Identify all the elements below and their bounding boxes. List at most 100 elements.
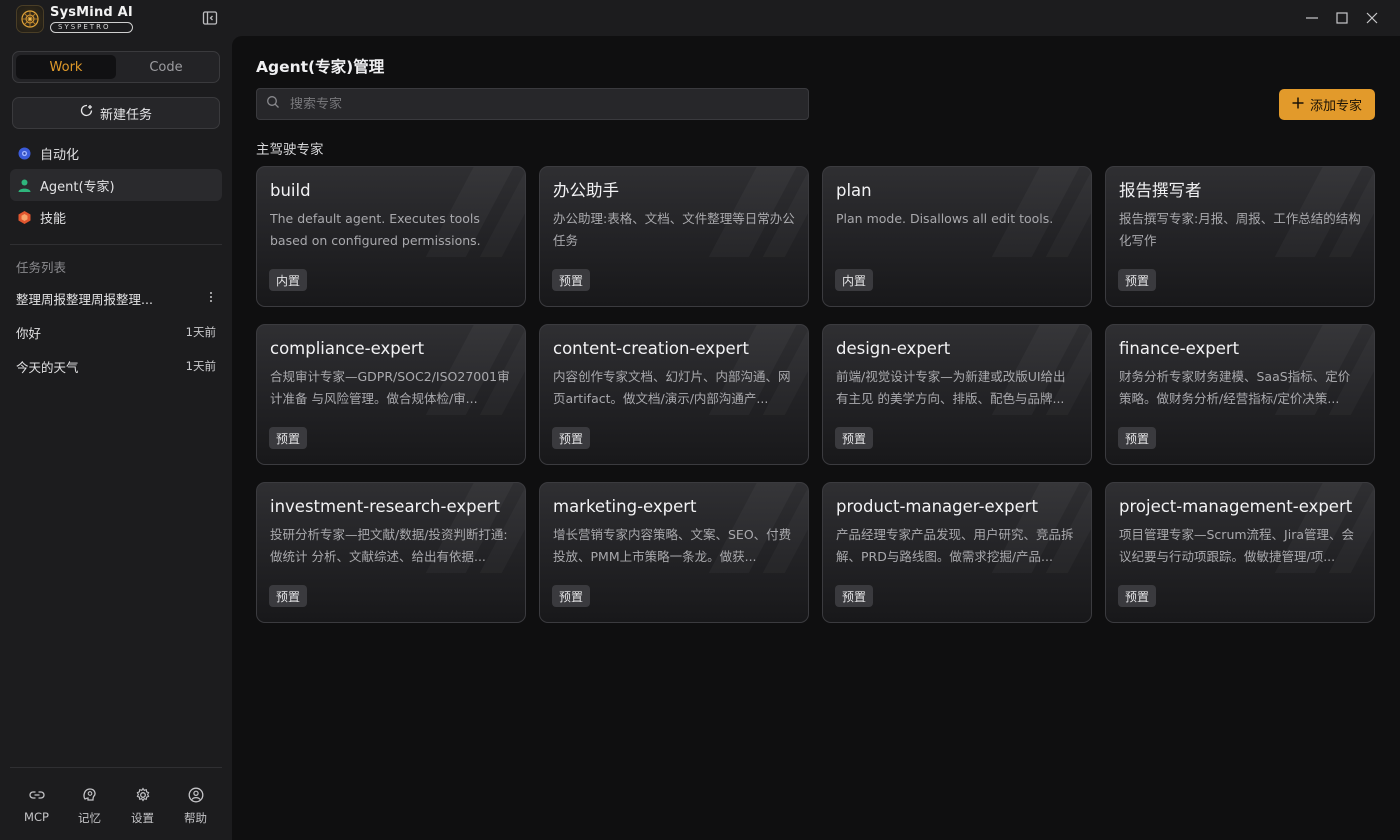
- agent-card-title: design-expert: [836, 339, 951, 358]
- new-task-icon: [80, 104, 94, 122]
- agent-card[interactable]: compliance-expert 合规审计专家—GDPR/SOC2/ISO27…: [256, 324, 526, 465]
- agent-card[interactable]: plan Plan mode. Disallows all edit tools…: [822, 166, 1092, 307]
- page-title: Agent(专家)管理: [256, 58, 385, 76]
- agent-card-title: product-manager-expert: [836, 497, 1038, 516]
- app-name: SysMind AI: [50, 4, 133, 20]
- sidebar-item-automation[interactable]: 自动化: [10, 137, 222, 169]
- agent-card-badge: 预置: [552, 269, 591, 291]
- agent-card[interactable]: finance-expert 财务分析专家财务建模、SaaS指标、定价策略。做财…: [1105, 324, 1375, 465]
- task-list: 整理周报整理周报整理... 你好 1天前 今天的天气 1天前: [10, 281, 222, 383]
- agent-card-desc: 合规审计专家—GDPR/SOC2/ISO27001审计准备 与风险管理。做合规体…: [270, 369, 510, 406]
- sidebar: SysMind AI SYSPETRO Work Code 新建任务 自动化 A…: [0, 0, 232, 840]
- task-item[interactable]: 整理周报整理周报整理...: [10, 281, 222, 315]
- agent-card-badge: 预置: [552, 427, 591, 449]
- agent-card-grid: build The default agent. Executes tools …: [256, 166, 1375, 623]
- agent-card-badge: 内置: [835, 269, 874, 291]
- minimize-icon[interactable]: [1303, 9, 1321, 27]
- agent-card-badge: 预置: [269, 585, 308, 607]
- main-panel: Agent(专家)管理 添加专家 主驾驶专家 build The default…: [232, 36, 1400, 840]
- agent-card-title: plan: [836, 181, 872, 200]
- search-icon: [266, 95, 280, 113]
- bottom-item-help[interactable]: 帮助: [174, 786, 218, 840]
- bottom-item-memory[interactable]: 记忆: [68, 786, 112, 840]
- agent-card[interactable]: investment-research-expert 投研分析专家—把文献/数据…: [256, 482, 526, 623]
- task-item[interactable]: 今天的天气 1天前: [10, 349, 222, 383]
- agent-card-badge: 预置: [552, 585, 591, 607]
- agent-card-desc: 产品经理专家产品发现、用户研究、竞品拆解、PRD与路线图。做需求挖掘/产品...: [836, 527, 1074, 564]
- agent-card-badge: 预置: [1118, 427, 1157, 449]
- agent-card[interactable]: content-creation-expert 内容创作专家文档、幻灯片、内部沟…: [539, 324, 809, 465]
- add-expert-button[interactable]: 添加专家: [1279, 89, 1375, 120]
- agent-card-title: investment-research-expert: [270, 497, 500, 516]
- sidebar-divider: [10, 244, 222, 245]
- sidebar-item-label: 自动化: [40, 147, 80, 163]
- agent-icon: [16, 177, 32, 193]
- agent-card-badge: 预置: [269, 427, 308, 449]
- bottom-item-label: 帮助: [184, 811, 207, 825]
- task-title: 你好: [16, 325, 42, 341]
- agent-card-title: compliance-expert: [270, 339, 425, 358]
- task-item[interactable]: 你好 1天前: [10, 315, 222, 349]
- agent-card-badge: 内置: [269, 269, 308, 291]
- agent-card-title: marketing-expert: [553, 497, 697, 516]
- task-title: 整理周报整理周报整理...: [16, 291, 153, 307]
- agent-card-badge: 预置: [1118, 269, 1157, 291]
- agent-card-desc: 投研分析专家—把文献/数据/投资判断打通:做统计 分析、文献综述、给出有依据..…: [270, 527, 508, 564]
- agent-card-title: finance-expert: [1119, 339, 1240, 358]
- sidebar-item-skills[interactable]: 技能: [10, 201, 222, 233]
- task-time: 1天前: [185, 325, 216, 339]
- section-title: 主驾驶专家: [256, 142, 324, 158]
- mode-toggle: Work Code: [12, 51, 220, 83]
- agent-card-desc: The default agent. Executes tools based …: [270, 211, 481, 248]
- agent-card-badge: 预置: [835, 427, 874, 449]
- automation-icon: [16, 145, 32, 161]
- sidebar-bottom-bar: MCP 记忆 设置 帮助: [10, 767, 222, 840]
- more-options-icon[interactable]: [206, 291, 216, 306]
- sidebar-nav: 自动化 Agent(专家) 技能: [10, 137, 222, 233]
- agent-card-desc: 前端/视觉设计专家—为新建或改版UI给出有主见 的美学方向、排版、配色与品牌..…: [836, 369, 1066, 406]
- agent-card[interactable]: marketing-expert 增长营销专家内容策略、文案、SEO、付费投放、…: [539, 482, 809, 623]
- agent-card[interactable]: 报告撰写者 报告撰写专家:月报、周报、工作总结的结构化写作 预置: [1105, 166, 1375, 307]
- gear-icon: [134, 786, 152, 804]
- bottom-item-settings[interactable]: 设置: [121, 786, 165, 840]
- sidebar-collapse-icon[interactable]: [202, 10, 218, 26]
- agent-card[interactable]: build The default agent. Executes tools …: [256, 166, 526, 307]
- mode-code-button[interactable]: Code: [116, 55, 216, 79]
- agent-card-desc: 内容创作专家文档、幻灯片、内部沟通、网页artifact。做文档/演示/内部沟通…: [553, 369, 791, 406]
- agent-card-title: build: [270, 181, 311, 200]
- bottom-item-label: MCP: [24, 810, 49, 824]
- bottom-item-label: 设置: [131, 811, 154, 825]
- app-subtitle: SYSPETRO: [50, 21, 133, 33]
- search-input[interactable]: [290, 96, 790, 112]
- task-list-label: 任务列表: [16, 260, 67, 275]
- brand: SysMind AI SYSPETRO: [16, 4, 133, 34]
- agent-card[interactable]: design-expert 前端/视觉设计专家—为新建或改版UI给出有主见 的美…: [822, 324, 1092, 465]
- new-task-button[interactable]: 新建任务: [12, 97, 220, 129]
- agent-card-desc: Plan mode. Disallows all edit tools.: [836, 211, 1054, 226]
- new-task-label: 新建任务: [99, 107, 152, 123]
- agent-card[interactable]: product-manager-expert 产品经理专家产品发现、用户研究、竞…: [822, 482, 1092, 623]
- agent-card[interactable]: project-management-expert 项目管理专家—Scrum流程…: [1105, 482, 1375, 623]
- agent-card-desc: 报告撰写专家:月报、周报、工作总结的结构化写作: [1119, 211, 1361, 248]
- close-icon[interactable]: [1363, 9, 1381, 27]
- agent-card[interactable]: 办公助手 办公助理:表格、文档、文件整理等日常办公任务 预置: [539, 166, 809, 307]
- agent-card-title: content-creation-expert: [553, 339, 749, 358]
- agent-card-title: project-management-expert: [1119, 497, 1353, 516]
- add-expert-label: 添加专家: [1309, 99, 1362, 114]
- agent-card-desc: 财务分析专家财务建模、SaaS指标、定价策略。做财务分析/经营指标/定价决策..…: [1119, 369, 1351, 406]
- link-icon: [28, 786, 46, 804]
- agent-card-desc: 增长营销专家内容策略、文案、SEO、付费投放、PMM上市策略一条龙。做获...: [553, 527, 792, 564]
- agent-card-title: 报告撰写者: [1119, 181, 1202, 200]
- agent-card-desc: 项目管理专家—Scrum流程、Jira管理、会议纪要与行动项跟踪。做敏捷管理/项…: [1119, 527, 1355, 564]
- mode-work-button[interactable]: Work: [16, 55, 116, 79]
- maximize-icon[interactable]: [1333, 9, 1351, 27]
- sidebar-item-label: Agent(专家): [40, 179, 115, 195]
- sidebar-item-agent[interactable]: Agent(专家): [10, 169, 222, 201]
- sysmind-logo-icon: [16, 5, 44, 33]
- skills-icon: [16, 209, 32, 225]
- plus-icon: [1292, 95, 1304, 113]
- sidebar-item-label: 技能: [40, 211, 67, 227]
- bottom-item-mcp[interactable]: MCP: [15, 786, 59, 840]
- bottom-item-label: 记忆: [78, 811, 101, 825]
- agent-card-title: 办公助手: [553, 181, 619, 200]
